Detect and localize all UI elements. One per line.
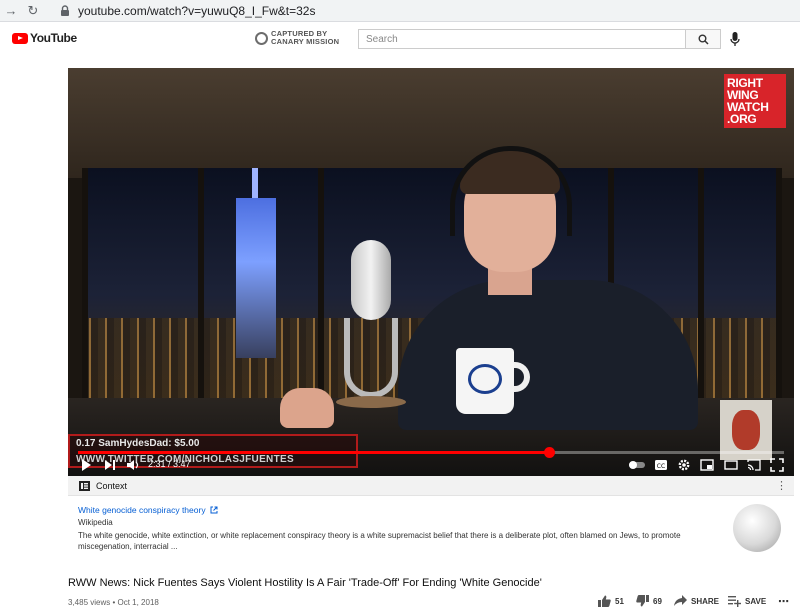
fullscreen-icon[interactable] [770,458,784,472]
microphone-icon[interactable] [730,32,740,48]
like-count: 51 [615,596,624,606]
mug-logo [468,364,502,394]
search-button[interactable] [685,29,721,49]
presenter-hand [280,388,334,428]
captured-line2: CANARY MISSION [271,37,340,46]
rww-logo: RIGHT WING WATCH .ORG [724,74,786,128]
window-frame [82,168,88,398]
canary-mission-watermark: CAPTURED BY CANARY MISSION [255,30,339,46]
studio-microphone [351,240,391,320]
reload-icon[interactable]: ↻ [22,3,44,19]
share-label: SHARE [691,596,720,606]
volume-icon[interactable] [126,458,140,472]
external-link-icon [210,506,218,514]
mic-base [336,396,406,408]
rww-line: .ORG [727,112,757,126]
autoplay-toggle-icon[interactable] [628,458,646,472]
like-button[interactable]: 51 [598,595,624,607]
donation-text: 0.17 SamHydesDad: $5.00 [76,438,200,449]
thumbs-up-icon [598,595,611,607]
window-frame [198,168,204,398]
youtube-header: YouTube CAPTURED BY CANARY MISSION Searc… [0,22,800,56]
captions-icon[interactable]: CC [654,458,668,472]
save-button[interactable]: SAVE [728,595,766,607]
playlist-add-icon [728,596,741,607]
window-frame [698,168,704,398]
tower-spire [252,168,258,202]
studio-ceiling [68,68,794,178]
time-display: 2:31 / 3:47 [148,459,191,469]
play-icon[interactable] [80,458,92,472]
video-meta: 3,485 views • Oct 1, 2018 [68,598,159,607]
share-button[interactable]: SHARE [674,595,719,607]
miniplayer-icon[interactable] [700,458,714,472]
thumbs-down-icon [636,595,649,607]
lit-tower [236,198,276,358]
player-controls: 2:31 / 3:47 CC [68,454,794,476]
canary-badge-icon [255,31,268,45]
window-frame [776,168,782,398]
window-frame [318,168,324,398]
svg-text:CC: CC [657,463,665,470]
settings-gear-icon[interactable] [677,458,691,472]
back-arrow-icon[interactable]: → [0,3,22,18]
dislike-button[interactable]: 69 [636,595,662,607]
save-label: SAVE [745,596,767,606]
video-player[interactable]: RIGHT WING WATCH .ORG 0.17 SamHydesDad: … [68,68,794,476]
next-icon[interactable] [104,458,116,472]
wiki-source: Wikipedia [78,518,113,527]
wiki-title-text: White genocide conspiracy theory [78,505,206,515]
dislike-count: 69 [653,596,662,606]
context-info-icon [79,481,90,491]
youtube-logo-text: YouTube [30,31,77,45]
cast-icon[interactable] [747,458,761,472]
context-panel-header: Context ⋮ [68,476,794,496]
more-options-icon[interactable]: ⋮ [776,479,787,492]
search-input[interactable]: Search [358,29,685,49]
browser-address-bar: → ↻ youtube.com/watch?v=yuwuQ8_I_Fw&t=32… [0,0,800,22]
corner-thumbnail-figure [732,410,760,450]
mic-stand [344,318,398,398]
youtube-play-icon [12,32,28,44]
search-icon [698,34,709,45]
wikipedia-info-panel: White genocide conspiracy theory Wikiped… [68,496,794,566]
url-text[interactable]: youtube.com/watch?v=yuwuQ8_I_Fw&t=32s [78,4,315,18]
more-actions-icon[interactable]: ⋯ [778,595,789,608]
theater-mode-icon[interactable] [724,458,738,472]
youtube-logo[interactable]: YouTube [12,31,77,45]
wiki-title-link[interactable]: White genocide conspiracy theory [78,505,218,515]
wikipedia-globe-icon [733,504,781,552]
wiki-description: The white genocide, white extinction, or… [78,531,681,551]
context-label: Context [96,481,128,491]
share-icon [674,595,687,606]
video-title: RWW News: Nick Fuentes Says Violent Host… [68,577,542,589]
lock-icon [61,4,69,16]
presenter-body [398,280,698,430]
